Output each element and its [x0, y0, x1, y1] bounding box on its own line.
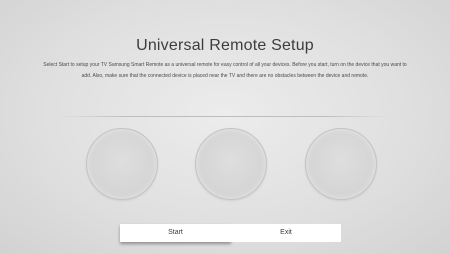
setup-description: Select Start to setup your TV Samsung Sm… [43, 62, 407, 79]
device-placeholder-circle [86, 128, 158, 200]
start-button[interactable]: Start [120, 224, 231, 242]
divider [60, 116, 390, 117]
universal-remote-setup-screen: Universal Remote Setup Select Start to s… [0, 0, 450, 254]
page-title: Universal Remote Setup [136, 37, 314, 54]
device-placeholder-circle [195, 128, 267, 200]
device-placeholder-circle [305, 128, 377, 200]
exit-button[interactable]: Exit [231, 224, 341, 242]
